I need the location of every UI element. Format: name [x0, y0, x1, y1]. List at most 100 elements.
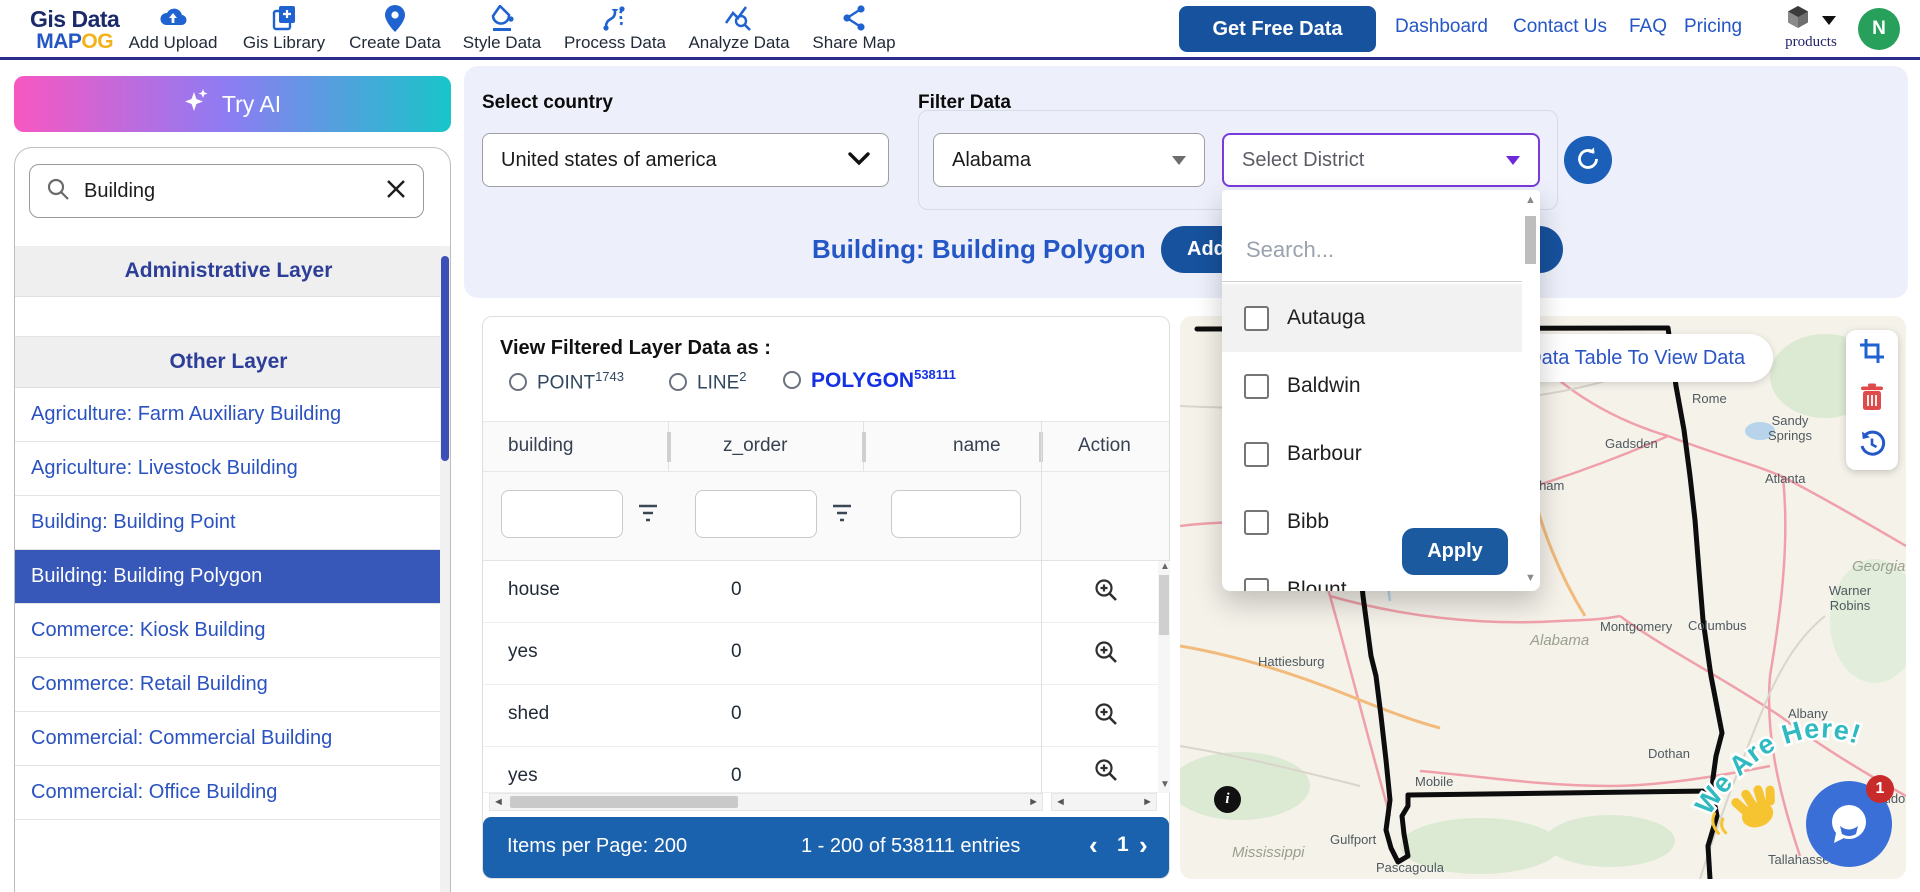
scrollbar-thumb[interactable]	[510, 796, 738, 808]
nav-label: Add Upload	[118, 33, 228, 53]
history-icon[interactable]	[1858, 430, 1886, 463]
empty-row	[15, 297, 442, 337]
scroll-down-icon[interactable]: ▼	[1160, 779, 1170, 790]
column-header-z-order[interactable]: z_order	[723, 435, 787, 457]
district-option-label: Baldwin	[1287, 374, 1361, 398]
nav-link-pricing[interactable]: Pricing	[1684, 16, 1742, 38]
section-other-layer: Other Layer	[15, 337, 442, 388]
nav-link-faq[interactable]: FAQ	[1629, 16, 1667, 38]
nav-create-data[interactable]: Create Data	[340, 4, 450, 53]
action-horizontal-scrollbar[interactable]: ◄ ►	[1051, 793, 1157, 811]
apply-button[interactable]: Apply	[1402, 528, 1508, 575]
filter-funnel-icon[interactable]	[829, 502, 855, 529]
column-resize-handle[interactable]	[862, 432, 866, 462]
items-per-page[interactable]: Items per Page: 200	[507, 835, 687, 858]
layer-item[interactable]: Agriculture: Farm Auxiliary Building	[15, 388, 442, 442]
caret-down-icon	[1172, 156, 1186, 165]
column-header-building[interactable]: building	[508, 435, 574, 457]
district-option-label: Barbour	[1287, 442, 1362, 466]
scroll-down-icon[interactable]: ▼	[1525, 572, 1536, 584]
get-free-data-button[interactable]: Get Free Data	[1179, 6, 1376, 52]
sparkle-icon	[184, 88, 210, 120]
scroll-up-icon[interactable]: ▲	[1525, 194, 1536, 206]
district-placeholder: Select District	[1242, 149, 1364, 172]
country-value: United states of america	[501, 149, 717, 172]
crop-icon[interactable]	[1858, 337, 1886, 370]
scrollbar-thumb[interactable]	[1525, 216, 1536, 264]
filtered-data-card: View Filtered Layer Data as : POINT1743 …	[482, 316, 1170, 879]
app-logo[interactable]: Gis Data MAPOG	[30, 8, 119, 52]
layer-item-selected[interactable]: Building: Building Polygon	[15, 550, 442, 604]
scroll-right-icon[interactable]: ►	[1142, 796, 1153, 808]
radio-polygon[interactable]: POLYGON538111	[783, 367, 956, 393]
layer-item[interactable]: Commercial: Office Building	[15, 766, 442, 820]
district-option-autauga[interactable]: Autauga	[1222, 284, 1522, 352]
table-vertical-scrollbar[interactable]: ▲ ▼	[1158, 561, 1170, 793]
layer-item[interactable]: Commerce: Retail Building	[15, 658, 442, 712]
zoom-to-feature-icon[interactable]	[1093, 757, 1119, 788]
layer-item[interactable]: Commerce: Kiosk Building	[15, 604, 442, 658]
radio-point[interactable]: POINT1743	[509, 369, 624, 394]
try-ai-button[interactable]: Try AI	[14, 76, 451, 132]
state-select[interactable]: Alabama	[933, 133, 1205, 187]
column-header-action: Action	[1078, 435, 1131, 457]
radio-line[interactable]: LINE2	[669, 369, 746, 394]
nav-link-contact-us[interactable]: Contact Us	[1513, 16, 1607, 38]
refresh-icon	[1575, 146, 1601, 175]
filter-input-z-order[interactable]	[695, 490, 817, 538]
district-search-input[interactable]	[1246, 237, 1486, 263]
layer-item[interactable]: Agriculture: Livestock Building	[15, 442, 442, 496]
table-row[interactable]: house 0	[483, 561, 1169, 623]
filter-input-name[interactable]	[891, 490, 1021, 538]
scroll-up-icon[interactable]: ▲	[1160, 561, 1170, 572]
filter-input-building[interactable]	[501, 490, 623, 538]
layer-search-input[interactable]	[84, 180, 371, 203]
view-as-label: View Filtered Layer Data as :	[500, 337, 771, 360]
district-select[interactable]: Select District	[1222, 133, 1540, 187]
clear-search-icon[interactable]	[385, 178, 407, 205]
scroll-left-icon[interactable]: ◄	[1055, 796, 1066, 808]
layer-item[interactable]: Building: Building Point	[15, 496, 442, 550]
nav-link-dashboard[interactable]: Dashboard	[1395, 16, 1488, 38]
map-label-city: Pascagoula	[1376, 860, 1444, 875]
user-avatar[interactable]: N	[1858, 8, 1900, 50]
column-header-name[interactable]: name	[953, 435, 1001, 457]
nav-share-map[interactable]: Share Map	[804, 4, 904, 53]
zoom-to-feature-icon[interactable]	[1093, 639, 1119, 670]
next-page-icon[interactable]: ›	[1139, 830, 1148, 861]
sidebar-scrollbar[interactable]	[440, 246, 450, 892]
layer-sidebar: Administrative Layer Other Layer Agricul…	[14, 147, 451, 892]
country-select[interactable]: United states of america	[482, 133, 889, 187]
table-row[interactable]: yes 0	[483, 747, 1169, 793]
nav-style-data[interactable]: Style Data	[452, 4, 552, 53]
checkbox-icon	[1244, 442, 1269, 467]
zoom-to-feature-icon[interactable]	[1093, 701, 1119, 732]
attribution-info-button[interactable]: i	[1214, 786, 1241, 813]
zoom-to-feature-icon[interactable]	[1093, 577, 1119, 608]
scroll-right-icon[interactable]: ►	[1028, 796, 1039, 808]
scroll-left-icon[interactable]: ◄	[493, 796, 504, 808]
district-option-baldwin[interactable]: Baldwin	[1222, 352, 1522, 420]
products-menu[interactable]: products	[1778, 5, 1844, 51]
dropdown-scrollbar[interactable]: ▲ ▼	[1524, 194, 1538, 587]
pagination-bar: Items per Page: 200 1 - 200 of 538111 en…	[483, 817, 1169, 878]
column-resize-handle[interactable]	[667, 432, 671, 462]
refresh-button[interactable]	[1564, 136, 1612, 184]
nav-gis-library[interactable]: Gis Library	[232, 4, 336, 53]
nav-process-data[interactable]: Process Data	[556, 4, 674, 53]
nav-add-upload[interactable]: Add Upload	[118, 4, 228, 53]
scrollbar-thumb[interactable]	[1159, 575, 1169, 635]
nav-analyze-data[interactable]: Analyze Data	[680, 4, 798, 53]
sidebar-scrollbar-thumb[interactable]	[441, 256, 449, 461]
map-label-city: Montgomery	[1600, 619, 1672, 634]
table-horizontal-scrollbar[interactable]: ◄ ►	[489, 793, 1043, 811]
filter-funnel-icon[interactable]	[635, 502, 661, 529]
district-option-barbour[interactable]: Barbour	[1222, 420, 1522, 488]
current-page[interactable]: 1	[1117, 833, 1129, 857]
radio-point-count: 1743	[595, 369, 624, 384]
prev-page-icon[interactable]: ‹	[1089, 830, 1098, 861]
table-row[interactable]: yes 0	[483, 623, 1169, 685]
layer-item[interactable]: Commercial: Commercial Building	[15, 712, 442, 766]
table-row[interactable]: shed 0	[483, 685, 1169, 747]
trash-icon[interactable]	[1860, 383, 1884, 416]
